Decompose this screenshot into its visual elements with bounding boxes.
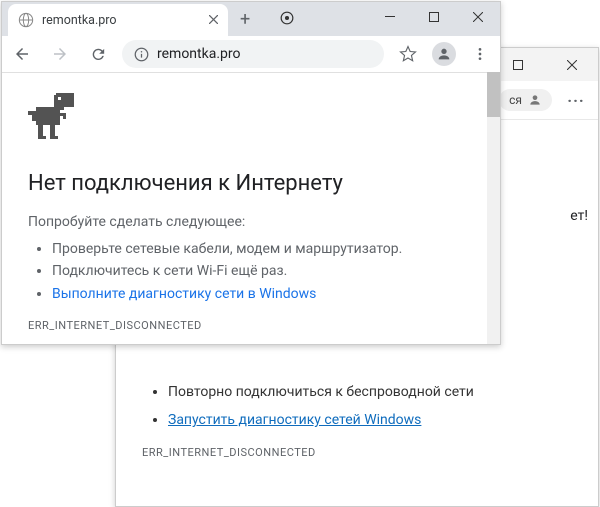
error-code: ERR_INTERNET_DISCONNECTED — [28, 319, 474, 332]
tab-close-button[interactable] — [209, 12, 218, 28]
scrollbar[interactable] — [487, 72, 500, 344]
window-controls — [368, 2, 500, 31]
edge-error-code: ERR_INTERNET_DISCONNECTED — [142, 446, 578, 459]
maximize-button[interactable] — [412, 2, 456, 31]
minimize-button[interactable] — [368, 2, 412, 31]
menu-button[interactable] — [466, 40, 494, 68]
person-icon — [528, 93, 542, 107]
forward-button[interactable] — [46, 40, 74, 68]
suggestion-list: Проверьте сетевые кабели, модем и маршру… — [28, 238, 474, 305]
back-button[interactable] — [8, 40, 36, 68]
diagnostics-link[interactable]: Выполните диагностику сети в Windows — [52, 286, 316, 302]
close-button[interactable] — [456, 2, 500, 31]
profile-button[interactable] — [432, 42, 456, 66]
list-item: Запустить диагностику сетей Windows — [168, 406, 578, 434]
chrome-window: remontka.pro + remontka.pro Нет по — [1, 1, 501, 345]
list-item: Подключитесь к сети Wi-Fi ещё раз. — [52, 260, 474, 282]
edge-suggestion-list: Повторно подключиться к беспроводной сет… — [142, 378, 578, 434]
info-icon — [134, 47, 149, 62]
chrome-titlebar: remontka.pro + — [2, 2, 500, 36]
edge-profile-pill[interactable]: ся — [499, 89, 552, 111]
edge-profile-label: ся — [509, 93, 522, 107]
scrollbar-thumb[interactable] — [487, 72, 500, 117]
chrome-toolbar: remontka.pro — [2, 36, 500, 73]
error-title: Нет подключения к Интернету — [28, 171, 474, 196]
url-text: remontka.pro — [157, 46, 240, 62]
edge-greeting-fragment: ет! — [570, 208, 588, 224]
error-page-content: Нет подключения к Интернету Попробуйте с… — [2, 73, 500, 345]
address-bar[interactable]: remontka.pro — [122, 40, 384, 68]
dino-icon[interactable] — [28, 93, 474, 147]
globe-icon — [18, 12, 34, 28]
reload-button[interactable] — [84, 40, 112, 68]
edge-menu-button[interactable]: ··· — [562, 86, 590, 114]
maximize-button[interactable] — [496, 51, 540, 79]
diagnostics-link[interactable]: Запустить диагностику сетей Windows — [168, 412, 421, 428]
error-subtitle: Попробуйте сделать следующее: — [28, 214, 474, 230]
list-item: Повторно подключиться к беспроводной сет… — [168, 378, 578, 406]
extension-icon[interactable] — [262, 10, 312, 29]
list-item: Проверьте сетевые кабели, модем и маршру… — [52, 238, 474, 260]
bookmark-button[interactable] — [394, 40, 422, 68]
list-item: Выполните диагностику сети в Windows — [52, 283, 474, 305]
tab-title: remontka.pro — [42, 13, 201, 28]
close-button[interactable] — [550, 51, 594, 79]
new-tab-button[interactable]: + — [228, 2, 262, 36]
browser-tab[interactable]: remontka.pro — [8, 4, 228, 36]
